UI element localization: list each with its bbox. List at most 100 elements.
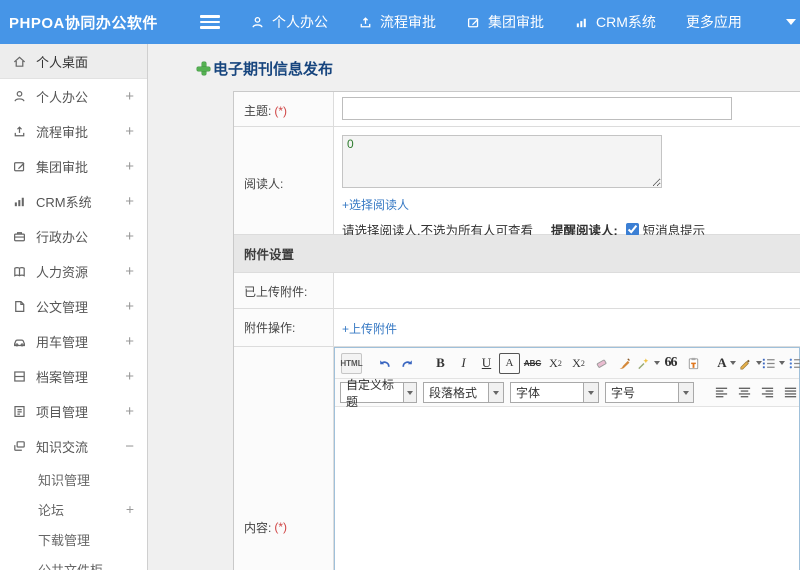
add-plus-icon xyxy=(197,62,210,75)
align-center-icon[interactable] xyxy=(734,382,755,403)
select-readers-link[interactable]: +选择阅读人 xyxy=(342,196,409,213)
sidebar-subitem-knowledge-mgmt[interactable]: 知识管理 xyxy=(0,464,147,494)
editor-content-area[interactable] xyxy=(335,407,799,570)
clipboard-list-icon xyxy=(12,404,27,419)
sidebar-item-project-mgmt[interactable]: 项目管理 + xyxy=(0,394,147,429)
eraser-icon[interactable] xyxy=(591,353,612,374)
sidebar-item-admin-office[interactable]: 行政办公 + xyxy=(0,219,147,254)
expand-plus-icon[interactable]: + xyxy=(125,368,134,385)
expand-plus-icon[interactable]: + xyxy=(125,228,134,245)
html-source-button[interactable]: HTML xyxy=(340,352,363,374)
expand-plus-icon[interactable]: + xyxy=(125,123,134,140)
sidebar-item-hr[interactable]: 人力资源 + xyxy=(0,254,147,289)
edit-icon xyxy=(12,159,27,174)
paragraph-format-select[interactable]: 段落格式 xyxy=(423,382,504,403)
expand-plus-icon[interactable]: + xyxy=(125,193,134,210)
nav-label: 更多应用 xyxy=(685,14,742,30)
required-mark: (*) xyxy=(274,520,288,534)
highlight-pen-icon[interactable] xyxy=(739,353,762,374)
font-size-select[interactable]: 字号 xyxy=(605,382,694,403)
redo-button[interactable] xyxy=(397,353,418,374)
flow-icon xyxy=(12,124,27,139)
sidebar-item-vehicle-mgmt[interactable]: 用车管理 + xyxy=(0,324,147,359)
nav-more-apps[interactable]: 更多应用 xyxy=(686,12,742,32)
sidebar-subitem-download-mgmt[interactable]: 下载管理 xyxy=(0,524,147,554)
italic-button[interactable]: I xyxy=(453,353,474,374)
superscript-button[interactable]: X2 xyxy=(545,353,566,374)
sidebar-item-crm[interactable]: CRM系统 + xyxy=(0,184,147,219)
expand-plus-icon[interactable]: + xyxy=(125,158,134,175)
bold-button[interactable]: B xyxy=(430,353,451,374)
subject-row: 主题: (*) xyxy=(234,92,800,127)
hamburger-menu-icon[interactable] xyxy=(200,15,220,29)
sidebar-item-document-mgmt[interactable]: 公文管理 + xyxy=(0,289,147,324)
main-content: 电子期刊信息发布 主题: (*) 阅读人: 0 +选择阅读人 请选择阅读人,不选… xyxy=(148,44,800,570)
caret-down-icon xyxy=(729,361,736,365)
ordered-list-icon[interactable] xyxy=(762,353,785,374)
bar-chart-icon xyxy=(574,15,589,30)
font-color-button[interactable]: A xyxy=(716,353,737,374)
nav-workflow-approval[interactable]: 流程审批 xyxy=(358,12,436,32)
align-left-icon[interactable] xyxy=(711,382,732,403)
readers-textarea[interactable]: 0 xyxy=(342,135,662,188)
paste-icon[interactable] xyxy=(683,353,704,374)
nav-label: 流程审批 xyxy=(380,14,436,30)
undo-button[interactable] xyxy=(374,353,395,374)
collapse-minus-icon[interactable]: − xyxy=(125,438,134,455)
blockquote-button[interactable]: 66 xyxy=(660,353,681,374)
expand-plus-icon[interactable]: + xyxy=(125,263,134,280)
document-icon xyxy=(12,299,27,314)
expand-plus-icon[interactable]: + xyxy=(125,333,134,350)
align-right-icon[interactable] xyxy=(757,382,778,403)
top-header: PHPOA协同办公软件 个人办公 流程审批 集团审批 CRM系统 更多应用 xyxy=(0,0,800,44)
justify-icon[interactable] xyxy=(780,382,800,403)
editor-toolbar-row2: 自定义标题 段落格式 字体 字号 xyxy=(335,378,800,409)
subscript-button[interactable]: X2 xyxy=(568,353,589,374)
header-nav: 个人办公 流程审批 集团审批 CRM系统 更多应用 xyxy=(250,12,796,32)
nav-label: 集团审批 xyxy=(488,14,544,30)
sidebar-item-archive-mgmt[interactable]: 档案管理 + xyxy=(0,359,147,394)
caret-down-icon xyxy=(488,383,503,402)
upload-attachment-link[interactable]: +上传附件 xyxy=(342,320,397,337)
content-label: 内容: (*) xyxy=(234,347,334,570)
nav-group-approval[interactable]: 集团审批 xyxy=(466,12,544,32)
bar-chart-icon xyxy=(12,194,27,209)
subject-input[interactable] xyxy=(342,97,732,120)
unordered-list-icon[interactable] xyxy=(785,353,800,374)
format-brush-icon[interactable] xyxy=(614,353,635,374)
flow-icon xyxy=(358,15,373,30)
autotypeset-wand-icon[interactable] xyxy=(637,353,660,374)
subject-label: 主题: (*) xyxy=(234,92,334,126)
expand-plus-icon[interactable]: + xyxy=(125,88,134,105)
person-icon xyxy=(250,15,265,30)
nav-personal-office[interactable]: 个人办公 xyxy=(250,12,328,32)
custom-heading-select[interactable]: 自定义标题 xyxy=(340,378,417,409)
readers-row: 阅读人: 0 +选择阅读人 请选择阅读人,不选为所有人可查看 提醒阅读人: 短消… xyxy=(234,127,800,238)
nav-crm-system[interactable]: CRM系统 xyxy=(574,12,656,32)
car-icon xyxy=(12,334,27,349)
rich-text-editor: HTML B I U A ABC X2 X 2 66 A 自定义标题 段落格式 … xyxy=(334,347,800,570)
edit-icon xyxy=(466,15,481,30)
archive-icon xyxy=(12,369,27,384)
expand-plus-icon[interactable]: + xyxy=(125,298,134,315)
app-window: PHPOA协同办公软件 个人办公 流程审批 集团审批 CRM系统 更多应用 个人… xyxy=(0,0,800,570)
expand-plus-icon[interactable]: + xyxy=(125,403,134,420)
sidebar-item-knowledge-exchange[interactable]: 知识交流 − xyxy=(0,429,147,464)
caret-down-icon xyxy=(402,383,416,402)
expand-plus-icon[interactable]: + xyxy=(126,501,134,517)
caret-down-icon[interactable] xyxy=(785,19,796,25)
sidebar-subitem-forum[interactable]: 论坛 + xyxy=(0,494,147,524)
readers-label: 阅读人: xyxy=(234,127,334,234)
chat-bubbles-icon xyxy=(12,439,27,454)
sidebar-item-workflow-approval[interactable]: 流程审批 + xyxy=(0,114,147,149)
strikethrough-button[interactable]: ABC xyxy=(522,353,543,374)
border-text-button[interactable]: A xyxy=(499,352,520,374)
caret-down-icon xyxy=(653,361,660,365)
font-family-select[interactable]: 字体 xyxy=(510,382,599,403)
sidebar-item-personal-office[interactable]: 个人办公 + xyxy=(0,79,147,114)
sidebar-item-desktop[interactable]: 个人桌面 xyxy=(0,44,147,79)
sidebar-item-group-approval[interactable]: 集团审批 + xyxy=(0,149,147,184)
underline-button[interactable]: U xyxy=(476,353,497,374)
sidebar-subitem-public-file-cabinet[interactable]: 公共文件柜 xyxy=(0,554,147,570)
sidebar: 个人桌面 个人办公 + 流程审批 + 集团审批 + CRM系统 + 行政办公 +… xyxy=(0,44,148,570)
